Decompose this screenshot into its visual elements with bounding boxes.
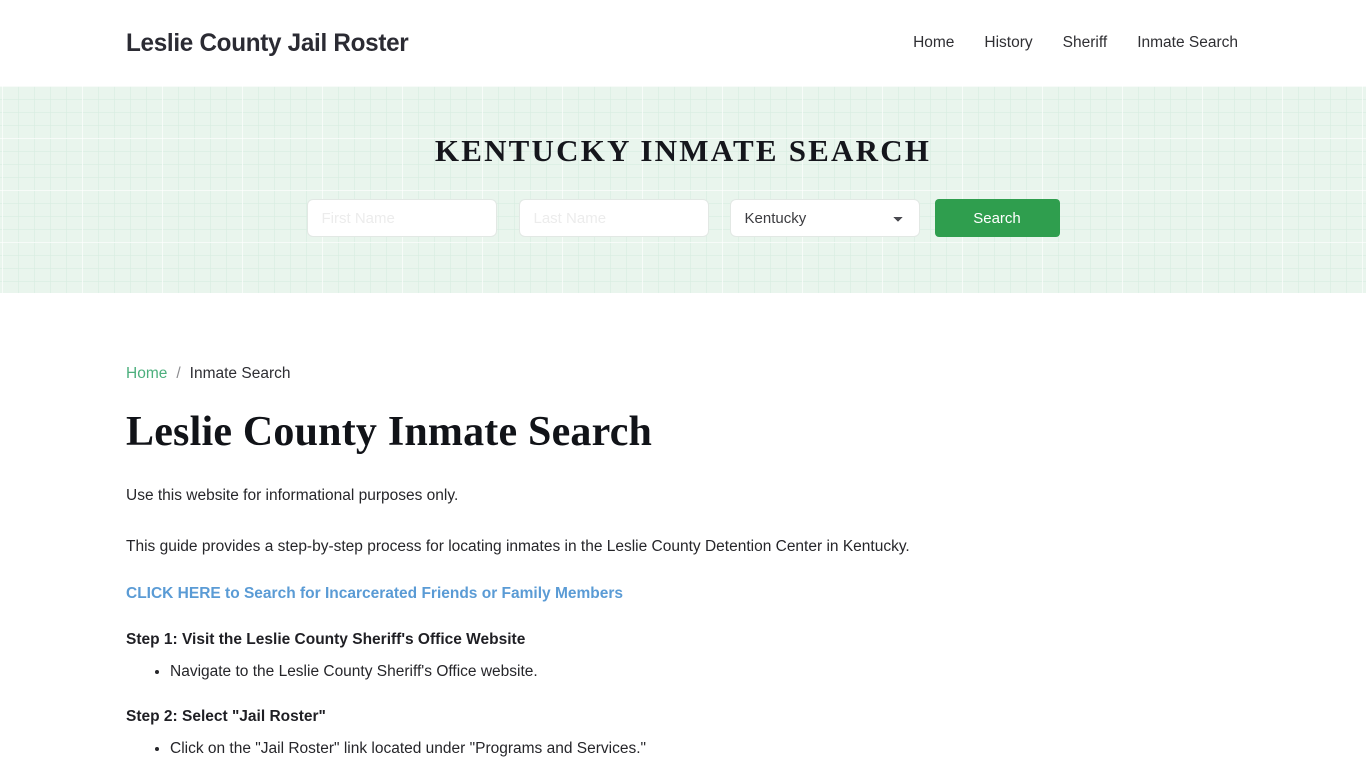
cta-search-link[interactable]: CLICK HERE to Search for Incarcerated Fr… — [126, 557, 623, 604]
list-item: Navigate to the Leslie County Sheriff's … — [170, 662, 1240, 682]
breadcrumb-link-home[interactable]: Home — [126, 365, 167, 383]
last-name-input[interactable] — [518, 199, 709, 237]
inmate-search-form: Kentucky Search — [306, 199, 1060, 237]
step-2-heading: Step 2: Select "Jail Roster" — [126, 707, 326, 725]
step-1-heading: Step 1: Visit the Leslie County Sheriff'… — [126, 630, 526, 648]
main-navigation: Home History Sheriff Inmate Search — [913, 35, 1238, 51]
nav-item-history[interactable]: History — [984, 35, 1032, 51]
page-title: Leslie County Inmate Search — [126, 409, 653, 455]
intro-paragraph-2: This guide provides a step-by-step proce… — [126, 538, 910, 556]
breadcrumb-separator: / — [176, 365, 181, 382]
search-button[interactable]: Search — [934, 199, 1060, 237]
breadcrumb-current: Inmate Search — [189, 365, 291, 382]
hero-search-banner: KENTUCKY INMATE SEARCH Kentucky Search — [0, 86, 1366, 293]
nav-item-sheriff[interactable]: Sheriff — [1063, 35, 1108, 51]
site-brand[interactable]: Leslie County Jail Roster — [126, 29, 409, 58]
first-name-input[interactable] — [306, 199, 497, 237]
nav-item-home[interactable]: Home — [913, 35, 954, 51]
hero-title: KENTUCKY INMATE SEARCH — [434, 133, 932, 168]
nav-item-inmate-search[interactable]: Inmate Search — [1137, 35, 1238, 51]
site-header: Leslie County Jail Roster Home History S… — [0, 0, 1366, 86]
list-item: Click on the "Jail Roster" link located … — [170, 739, 1240, 759]
step-2-list: Click on the "Jail Roster" link located … — [126, 727, 1240, 759]
state-select[interactable]: Kentucky — [729, 199, 920, 237]
main-content: Home / Inmate Search Leslie County Inmat… — [0, 293, 1366, 759]
breadcrumb: Home / Inmate Search — [126, 293, 1240, 383]
intro-paragraph-1: Use this website for informational purpo… — [126, 487, 459, 505]
step-1-list: Navigate to the Leslie County Sheriff's … — [126, 650, 1240, 682]
